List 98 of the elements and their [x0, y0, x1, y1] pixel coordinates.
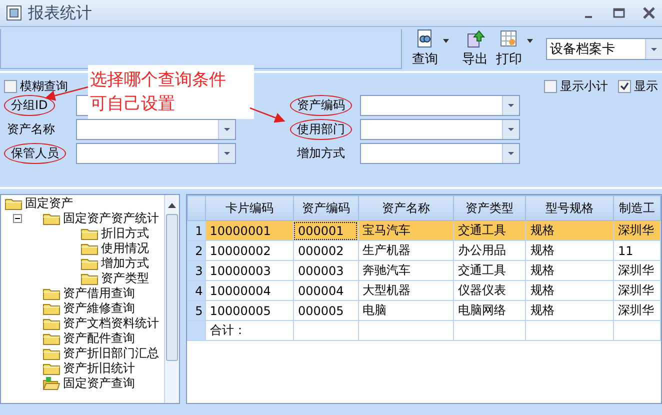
toolbar-button[interactable]: 打印 — [492, 27, 536, 71]
window-title: 报表统计 — [28, 2, 93, 24]
folder-icon — [43, 347, 60, 360]
row-number: 5 — [188, 300, 206, 320]
table-cell: 仪器仪表 — [454, 280, 526, 300]
field-label: 资产编码 — [290, 95, 352, 116]
table-cell: 深圳华 — [614, 280, 660, 300]
collapse-icon[interactable] — [13, 214, 22, 223]
checkbox-label: 显示小计 — [560, 78, 608, 94]
table-cell: 000003 — [293, 260, 358, 280]
table-cell: 深圳华 — [614, 260, 660, 280]
folder-icon — [43, 362, 60, 375]
row-number: 2 — [188, 240, 206, 260]
row-number: 4 — [188, 280, 206, 300]
tree-item[interactable]: 资产折旧部门汇总 — [63, 345, 159, 362]
row-number: 3 — [188, 260, 206, 280]
annotation-tooltip: 选择哪个查询条件 可自己设置 — [88, 65, 254, 119]
field-label: 资产名称 — [6, 121, 56, 138]
field-label: 使用部门 — [290, 119, 352, 140]
table-cell: 生产机器 — [358, 240, 454, 260]
combo-box[interactable] — [76, 143, 236, 164]
table-cell: 规格 — [526, 240, 614, 260]
row-number: 1 — [188, 220, 206, 240]
tree-item[interactable]: 固定资产查询 — [63, 375, 135, 392]
table-cell: 交通工具 — [454, 260, 526, 280]
column-header[interactable]: 资产编码 — [293, 196, 358, 220]
folder-icon — [5, 197, 22, 210]
folder-icon — [43, 287, 60, 300]
column-header[interactable]: 型号规格 — [526, 196, 614, 220]
table-cell: 电脑 — [358, 300, 454, 320]
table-cell: 000001 — [293, 220, 358, 240]
table-cell: 10000005 — [205, 300, 294, 320]
table-cell: 规格 — [526, 300, 614, 320]
table-cell: 规格 — [526, 280, 614, 300]
tree-item[interactable]: 固定资产资产统计 — [63, 210, 159, 227]
folder-icon — [43, 332, 60, 345]
table-cell: 深圳华 — [614, 220, 660, 240]
column-header[interactable]: 制造工 — [614, 196, 660, 220]
field-label: 分组ID — [4, 95, 55, 116]
table-cell: 000002 — [293, 240, 358, 260]
table-cell: 交通工具 — [454, 220, 526, 240]
combo-box[interactable] — [360, 119, 520, 140]
combo-box[interactable] — [76, 119, 236, 140]
folder-icon — [43, 302, 60, 315]
table-cell: 10000002 — [205, 240, 294, 260]
folder-icon — [81, 257, 98, 270]
table-cell: 宝马汽车 — [358, 220, 454, 240]
tree-item[interactable]: 资产借用查询 — [63, 285, 135, 302]
table-cell: 10000001 — [205, 220, 294, 240]
tree-item[interactable]: 资产文档资料统计 — [63, 315, 159, 332]
annotation-arrow — [250, 107, 286, 123]
table-cell: 电脑网络 — [454, 300, 526, 320]
checkbox-label: 模糊查询 — [20, 78, 68, 94]
combo-box[interactable] — [360, 143, 520, 164]
field-label: 增加方式 — [296, 145, 346, 162]
table-cell: 大型机器 — [358, 280, 454, 300]
tree-item[interactable]: 固定资产 — [25, 195, 73, 212]
tree-item[interactable]: 折旧方式 — [101, 225, 149, 242]
folder-icon — [81, 227, 98, 240]
export-icon — [465, 29, 485, 49]
folder-icon — [81, 242, 98, 255]
tree-item[interactable]: 资产配件查询 — [63, 330, 135, 347]
checkbox-label: 显示 — [634, 78, 658, 94]
table-cell: 深圳华 — [614, 300, 660, 320]
open-folder-icon — [43, 377, 60, 390]
checkbox[interactable] — [618, 80, 631, 92]
toolbar-button[interactable]: 导出 — [458, 27, 492, 71]
report-select[interactable]: 设备档案卡 — [546, 38, 662, 60]
table-cell: 规格 — [526, 260, 614, 280]
toolbar-button[interactable]: 查询 — [408, 27, 452, 71]
table-cell: 10000003 — [205, 260, 294, 280]
table-cell: 11 — [614, 240, 660, 260]
column-header[interactable]: 资产名称 — [358, 196, 454, 220]
column-header[interactable]: 资产类型 — [454, 196, 526, 220]
table-cell: 办公用品 — [454, 240, 526, 260]
window-icon — [6, 5, 22, 21]
field-label: 保管人员 — [4, 143, 66, 164]
folder-icon — [43, 317, 60, 330]
total-label: 合计： — [205, 320, 294, 340]
folder-icon — [43, 212, 60, 225]
tree-item[interactable]: 资产类型 — [101, 270, 149, 287]
table-cell: 规格 — [526, 220, 614, 240]
folder-icon — [81, 272, 98, 285]
table-cell: 000004 — [293, 280, 358, 300]
table-cell: 奔驰汽车 — [358, 260, 454, 280]
combo-box[interactable] — [360, 95, 520, 116]
tree-item[interactable]: 资产維修查询 — [63, 300, 135, 317]
column-header[interactable]: 卡片编码 — [205, 196, 294, 220]
checkbox[interactable] — [544, 80, 557, 92]
table-cell: 000005 — [293, 300, 358, 320]
tree-item[interactable]: 资产折旧统计 — [63, 360, 135, 377]
scrollbar[interactable] — [164, 195, 179, 403]
table-cell: 10000004 — [205, 280, 294, 300]
tree-item[interactable]: 增加方式 — [101, 255, 149, 272]
maximize-icon[interactable] — [612, 7, 626, 19]
close-icon[interactable] — [642, 7, 656, 19]
tree-item[interactable]: 使用情况 — [101, 240, 149, 257]
checkbox[interactable] — [4, 80, 17, 92]
